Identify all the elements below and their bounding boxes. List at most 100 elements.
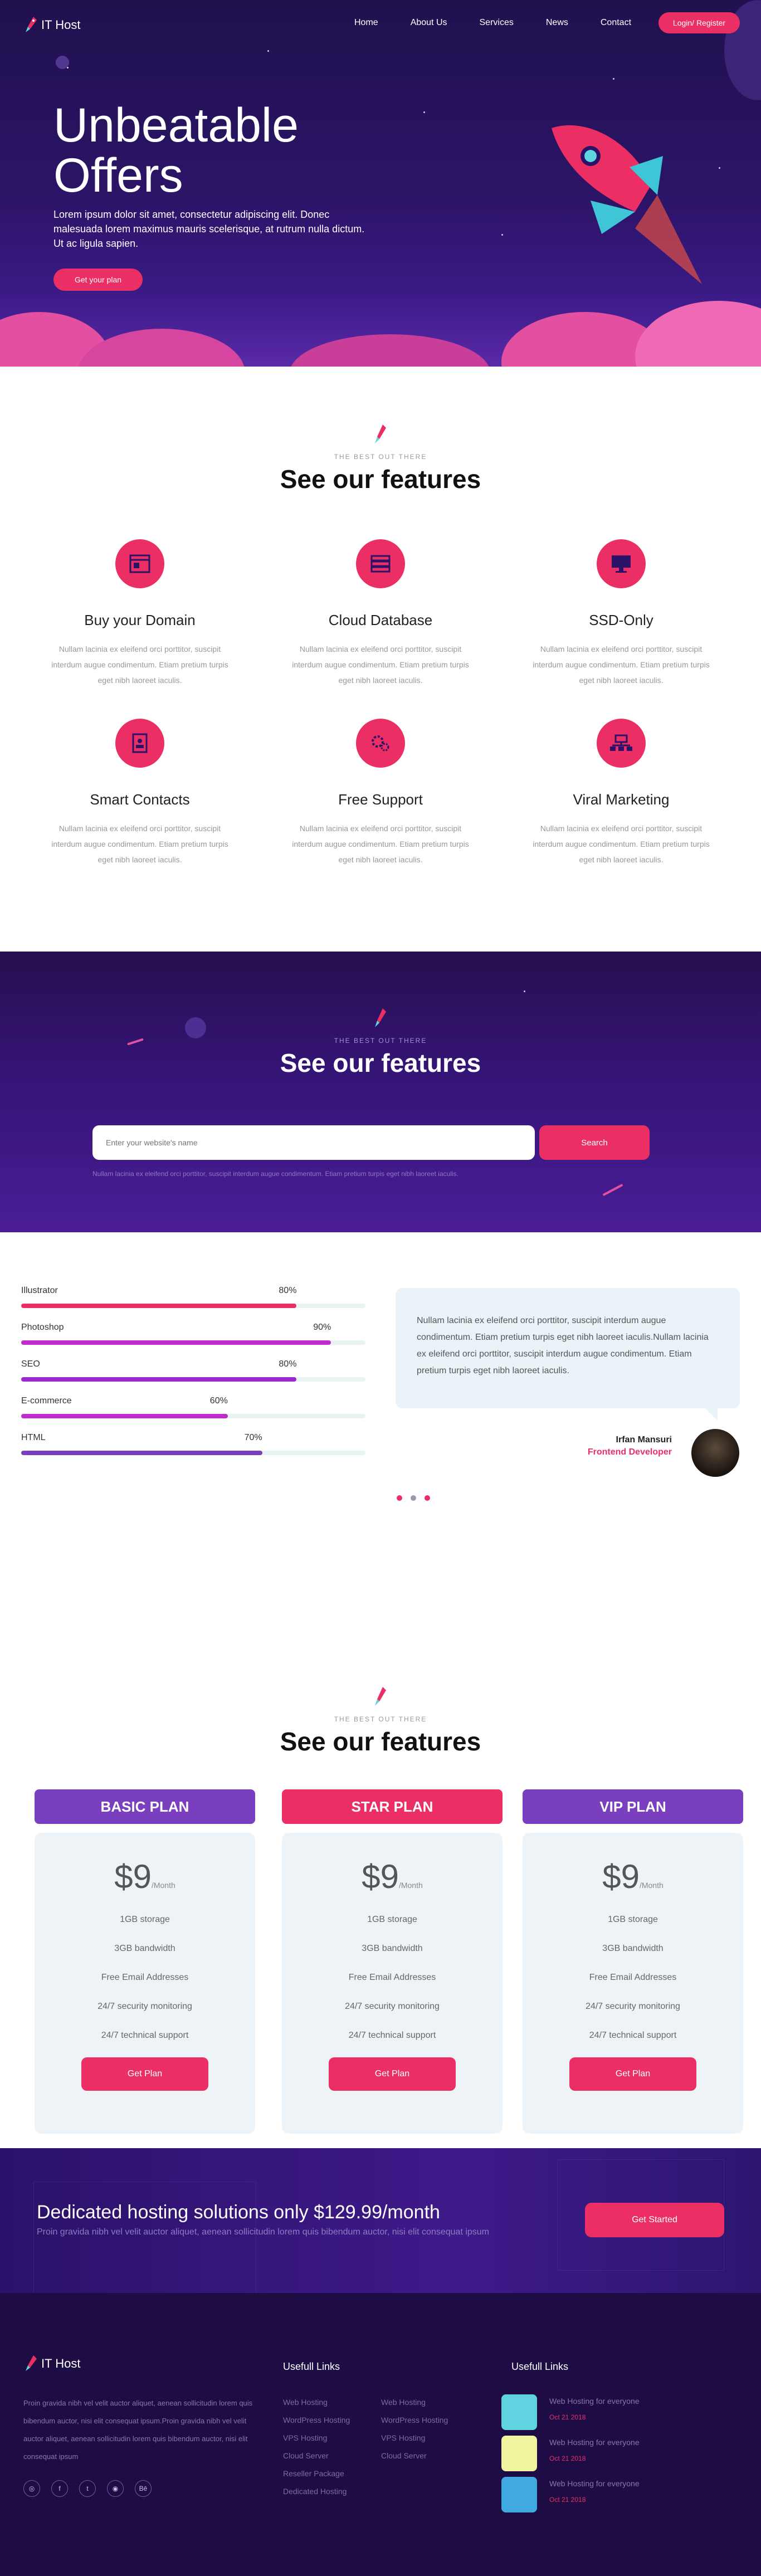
dribbble-icon[interactable]: ◎ <box>23 2480 40 2497</box>
rocket-icon <box>375 1008 386 1027</box>
gears-icon <box>356 719 405 768</box>
features-heading: THE BEST OUT THERE See our features <box>0 367 761 494</box>
avatar <box>690 1427 741 1479</box>
features-section: THE BEST OUT THERE See our features Buy … <box>0 367 761 952</box>
server-icon <box>356 539 405 588</box>
skill-fill <box>21 1414 228 1418</box>
nav-news[interactable]: News <box>546 18 568 28</box>
facebook-icon[interactable]: f <box>51 2480 68 2497</box>
carousel-dot[interactable] <box>397 1495 402 1501</box>
news-title: Web Hosting for everyone <box>549 2479 640 2488</box>
instagram-icon[interactable]: ◉ <box>107 2480 124 2497</box>
nav-home[interactable]: Home <box>354 18 378 28</box>
plan-feature: Free Email Addresses <box>348 1973 436 1982</box>
carousel-dot[interactable] <box>411 1495 416 1501</box>
rocket-icon <box>375 425 386 443</box>
skill-fill <box>21 1377 297 1382</box>
feature-title: Viral Marketing <box>573 791 670 808</box>
plan-feature: 3GB bandwidth <box>602 1944 664 1953</box>
domain-search-input[interactable] <box>92 1125 535 1160</box>
testimonial-author: Irfan Mansuri Frontend Developer <box>588 1435 672 1457</box>
comet-decoration <box>602 1183 623 1197</box>
links-heading: Usefull Links <box>283 2361 340 2372</box>
footer-link[interactable]: Web Hosting <box>381 2393 448 2411</box>
get-plan-button[interactable]: Get Plan <box>329 2057 456 2091</box>
footer-logo-text: IT Host <box>41 2357 81 2370</box>
skill-label: Illustrator <box>21 1286 58 1295</box>
rocket-illustration <box>552 125 702 284</box>
feature-text: Nullam lacinia ex eleifend orci porttito… <box>51 645 228 685</box>
testimonial-quote: Nullam lacinia ex eleifend orci porttito… <box>396 1288 740 1421</box>
get-your-plan-button[interactable]: Get your plan <box>53 269 143 291</box>
feature-free-support: Free Support Nullam lacinia ex eleifend … <box>286 719 475 867</box>
footer-logo[interactable]: IT Host <box>23 2354 81 2373</box>
carousel-dots <box>397 1495 438 1501</box>
plan-feature: 24/7 technical support <box>348 2031 436 2040</box>
plan-price: $9/Month <box>282 1857 503 1896</box>
plan-feature: Free Email Addresses <box>589 1973 677 1982</box>
skill-track <box>21 1451 365 1455</box>
star-decoration <box>719 167 720 169</box>
nav-about-us[interactable]: About Us <box>411 18 447 28</box>
plan-period: /Month <box>398 1881 423 1890</box>
logo[interactable]: IT Host <box>23 16 81 35</box>
skill-label: SEO <box>21 1359 40 1369</box>
footer-link[interactable]: VPS Hosting <box>283 2429 350 2447</box>
footer-link[interactable]: Web Hosting <box>283 2393 350 2411</box>
cta-title: Dedicated hosting solutions only $129.99… <box>37 2202 440 2223</box>
news-item[interactable]: Web Hosting for everyone Oct 21 2018 <box>501 2394 735 2430</box>
plan-title: STAR PLAN <box>282 1789 503 1824</box>
planet-decoration <box>56 56 69 69</box>
contact-book-icon <box>115 719 164 768</box>
rocket-icon <box>26 17 37 32</box>
carousel-dot[interactable] <box>425 1495 430 1501</box>
news-item[interactable]: Web Hosting for everyone Oct 21 2018 <box>501 2477 735 2512</box>
domain-heading: THE BEST OUT THERE See our features <box>0 952 761 1078</box>
skill-label: HTML <box>21 1433 46 1442</box>
domain-title: See our features <box>280 1048 481 1077</box>
skill-fill <box>21 1451 262 1455</box>
pricing-subtitle: THE BEST OUT THERE <box>334 1715 427 1723</box>
links-column-1: Web Hosting WordPress Hosting VPS Hosting C… <box>283 2393 350 2500</box>
footer-link[interactable]: Reseller Package <box>283 2465 350 2482</box>
skill-bar: HTML 70% <box>21 1433 365 1455</box>
twitter-icon[interactable]: t <box>79 2480 96 2497</box>
footer-text: Proin gravida nibh vel velit auctor aliq… <box>23 2399 253 2461</box>
domain-search-button[interactable]: Search <box>539 1125 650 1160</box>
hero-title-line1: Unbeatable <box>53 99 299 152</box>
plan-price-value: $9 <box>114 1858 152 1895</box>
footer-link[interactable]: Dedicated Hosting <box>283 2482 350 2500</box>
rocket-icon <box>375 1687 386 1706</box>
news-heading: Usefull Links <box>511 2361 569 2372</box>
feature-smart-contacts: Smart Contacts Nullam lacinia ex eleifen… <box>45 719 235 867</box>
hero-title-line2: Offers <box>53 149 183 202</box>
pricing-card: STAR PLAN $9/Month 1GB storage 3GB bandwidt… <box>282 1789 503 2134</box>
plan-period: /Month <box>151 1881 175 1890</box>
nav-services[interactable]: Services <box>480 18 514 28</box>
footer-link[interactable]: WordPress Hosting <box>283 2411 350 2429</box>
get-plan-button[interactable]: Get Plan <box>81 2057 208 2091</box>
hero-section: IT Host Home About Us Services News Cont… <box>0 0 761 367</box>
behance-icon[interactable]: Bē <box>135 2480 152 2497</box>
footer-link[interactable]: Cloud Server <box>283 2447 350 2465</box>
footer-link[interactable]: Cloud Server <box>381 2447 448 2465</box>
monitor-icon <box>597 539 646 588</box>
star-decoration <box>501 234 503 236</box>
get-plan-button[interactable]: Get Plan <box>569 2057 696 2091</box>
plan-title: BASIC PLAN <box>35 1789 255 1824</box>
cta-section: Dedicated hosting solutions only $129.99… <box>0 2148 761 2293</box>
nav-contact[interactable]: Contact <box>601 18 631 28</box>
feature-title: Free Support <box>338 791 423 808</box>
plan-feature: 1GB storage <box>367 1915 417 1924</box>
plan-period: /Month <box>639 1881 664 1890</box>
author-role: Frontend Developer <box>587 1447 672 1457</box>
footer-link[interactable]: VPS Hosting <box>381 2429 448 2447</box>
news-thumbnail <box>501 2436 537 2471</box>
news-item[interactable]: Web Hosting for everyone Oct 21 2018 <box>501 2436 735 2471</box>
feature-text: Nullam lacinia ex eleifend orci porttito… <box>292 824 469 864</box>
login-register-button[interactable]: Login/ Register <box>658 12 740 33</box>
get-started-button[interactable]: Get Started <box>585 2203 724 2237</box>
footer-link[interactable]: WordPress Hosting <box>381 2411 448 2429</box>
pricing-section: THE BEST OUT THERE See our features BASI… <box>0 1563 761 2148</box>
skill-percent: 80% <box>279 1359 297 1369</box>
